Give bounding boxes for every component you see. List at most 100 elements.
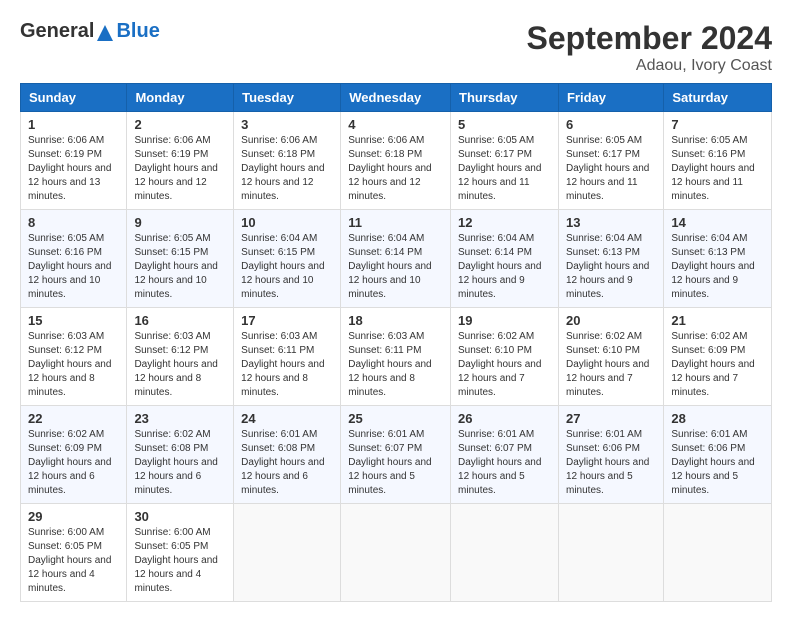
day-info: Sunrise: 6:03 AM Sunset: 6:11 PM Dayligh… bbox=[241, 330, 333, 400]
table-row: 30 Sunrise: 6:00 AM Sunset: 6:05 PM Dayl… bbox=[127, 504, 234, 602]
day-number: 4 bbox=[348, 117, 443, 132]
day-number: 16 bbox=[134, 313, 226, 328]
logo-blue: Blue bbox=[116, 20, 159, 42]
calendar-week-row: 8 Sunrise: 6:05 AM Sunset: 6:16 PM Dayli… bbox=[21, 210, 772, 308]
day-number: 12 bbox=[458, 215, 551, 230]
day-number: 18 bbox=[348, 313, 443, 328]
table-row: 15 Sunrise: 6:03 AM Sunset: 6:12 PM Dayl… bbox=[21, 308, 127, 406]
day-info: Sunrise: 6:02 AM Sunset: 6:10 PM Dayligh… bbox=[566, 330, 656, 400]
day-info: Sunrise: 6:02 AM Sunset: 6:09 PM Dayligh… bbox=[671, 330, 764, 400]
table-row: 4 Sunrise: 6:06 AM Sunset: 6:18 PM Dayli… bbox=[341, 112, 451, 210]
table-row: 5 Sunrise: 6:05 AM Sunset: 6:17 PM Dayli… bbox=[451, 112, 559, 210]
table-row bbox=[234, 504, 341, 602]
day-info: Sunrise: 6:01 AM Sunset: 6:06 PM Dayligh… bbox=[566, 428, 656, 498]
day-info: Sunrise: 6:04 AM Sunset: 6:15 PM Dayligh… bbox=[241, 232, 333, 302]
table-row: 18 Sunrise: 6:03 AM Sunset: 6:11 PM Dayl… bbox=[341, 308, 451, 406]
day-info: Sunrise: 6:00 AM Sunset: 6:05 PM Dayligh… bbox=[28, 526, 119, 596]
table-row: 8 Sunrise: 6:05 AM Sunset: 6:16 PM Dayli… bbox=[21, 210, 127, 308]
day-number: 14 bbox=[671, 215, 764, 230]
day-info: Sunrise: 6:03 AM Sunset: 6:12 PM Dayligh… bbox=[28, 330, 119, 400]
table-row bbox=[451, 504, 559, 602]
day-number: 23 bbox=[134, 411, 226, 426]
month-title: September 2024 bbox=[527, 20, 772, 57]
day-number: 29 bbox=[28, 509, 119, 524]
table-row: 2 Sunrise: 6:06 AM Sunset: 6:19 PM Dayli… bbox=[127, 112, 234, 210]
day-info: Sunrise: 6:04 AM Sunset: 6:14 PM Dayligh… bbox=[348, 232, 443, 302]
day-number: 11 bbox=[348, 215, 443, 230]
table-row bbox=[558, 504, 663, 602]
day-info: Sunrise: 6:05 AM Sunset: 6:15 PM Dayligh… bbox=[134, 232, 226, 302]
day-info: Sunrise: 6:01 AM Sunset: 6:07 PM Dayligh… bbox=[458, 428, 551, 498]
day-number: 6 bbox=[566, 117, 656, 132]
day-info: Sunrise: 6:03 AM Sunset: 6:11 PM Dayligh… bbox=[348, 330, 443, 400]
table-row bbox=[664, 504, 772, 602]
day-info: Sunrise: 6:05 AM Sunset: 6:16 PM Dayligh… bbox=[671, 134, 764, 204]
logo-general: General bbox=[20, 20, 94, 42]
logo-text: General Blue bbox=[20, 20, 160, 43]
col-sunday: Sunday bbox=[21, 84, 127, 112]
table-row: 12 Sunrise: 6:04 AM Sunset: 6:14 PM Dayl… bbox=[451, 210, 559, 308]
page-header: General Blue September 2024 Adaou, Ivory … bbox=[20, 20, 772, 75]
day-info: Sunrise: 6:01 AM Sunset: 6:08 PM Dayligh… bbox=[241, 428, 333, 498]
logo: General Blue bbox=[20, 20, 160, 43]
day-info: Sunrise: 6:04 AM Sunset: 6:13 PM Dayligh… bbox=[566, 232, 656, 302]
col-thursday: Thursday bbox=[451, 84, 559, 112]
table-row: 22 Sunrise: 6:02 AM Sunset: 6:09 PM Dayl… bbox=[21, 406, 127, 504]
table-row: 11 Sunrise: 6:04 AM Sunset: 6:14 PM Dayl… bbox=[341, 210, 451, 308]
table-row: 21 Sunrise: 6:02 AM Sunset: 6:09 PM Dayl… bbox=[664, 308, 772, 406]
day-number: 9 bbox=[134, 215, 226, 230]
day-info: Sunrise: 6:06 AM Sunset: 6:18 PM Dayligh… bbox=[348, 134, 443, 204]
logo-icon bbox=[95, 23, 115, 43]
day-number: 7 bbox=[671, 117, 764, 132]
table-row: 27 Sunrise: 6:01 AM Sunset: 6:06 PM Dayl… bbox=[558, 406, 663, 504]
table-row: 25 Sunrise: 6:01 AM Sunset: 6:07 PM Dayl… bbox=[341, 406, 451, 504]
day-info: Sunrise: 6:03 AM Sunset: 6:12 PM Dayligh… bbox=[134, 330, 226, 400]
calendar-week-row: 22 Sunrise: 6:02 AM Sunset: 6:09 PM Dayl… bbox=[21, 406, 772, 504]
table-row: 13 Sunrise: 6:04 AM Sunset: 6:13 PM Dayl… bbox=[558, 210, 663, 308]
table-row: 14 Sunrise: 6:04 AM Sunset: 6:13 PM Dayl… bbox=[664, 210, 772, 308]
calendar-table: Sunday Monday Tuesday Wednesday Thursday… bbox=[20, 83, 772, 602]
day-number: 17 bbox=[241, 313, 333, 328]
day-number: 3 bbox=[241, 117, 333, 132]
day-number: 5 bbox=[458, 117, 551, 132]
table-row: 7 Sunrise: 6:05 AM Sunset: 6:16 PM Dayli… bbox=[664, 112, 772, 210]
day-info: Sunrise: 6:05 AM Sunset: 6:17 PM Dayligh… bbox=[458, 134, 551, 204]
day-info: Sunrise: 6:04 AM Sunset: 6:13 PM Dayligh… bbox=[671, 232, 764, 302]
day-number: 20 bbox=[566, 313, 656, 328]
day-number: 1 bbox=[28, 117, 119, 132]
day-number: 21 bbox=[671, 313, 764, 328]
table-row: 20 Sunrise: 6:02 AM Sunset: 6:10 PM Dayl… bbox=[558, 308, 663, 406]
day-info: Sunrise: 6:05 AM Sunset: 6:16 PM Dayligh… bbox=[28, 232, 119, 302]
calendar-week-row: 29 Sunrise: 6:00 AM Sunset: 6:05 PM Dayl… bbox=[21, 504, 772, 602]
day-number: 28 bbox=[671, 411, 764, 426]
table-row: 1 Sunrise: 6:06 AM Sunset: 6:19 PM Dayli… bbox=[21, 112, 127, 210]
day-info: Sunrise: 6:01 AM Sunset: 6:07 PM Dayligh… bbox=[348, 428, 443, 498]
calendar-week-row: 1 Sunrise: 6:06 AM Sunset: 6:19 PM Dayli… bbox=[21, 112, 772, 210]
col-monday: Monday bbox=[127, 84, 234, 112]
table-row: 23 Sunrise: 6:02 AM Sunset: 6:08 PM Dayl… bbox=[127, 406, 234, 504]
table-row: 3 Sunrise: 6:06 AM Sunset: 6:18 PM Dayli… bbox=[234, 112, 341, 210]
day-number: 30 bbox=[134, 509, 226, 524]
title-section: September 2024 Adaou, Ivory Coast bbox=[527, 20, 772, 75]
day-number: 8 bbox=[28, 215, 119, 230]
day-number: 27 bbox=[566, 411, 656, 426]
location-title: Adaou, Ivory Coast bbox=[527, 57, 772, 75]
day-info: Sunrise: 6:02 AM Sunset: 6:08 PM Dayligh… bbox=[134, 428, 226, 498]
table-row: 28 Sunrise: 6:01 AM Sunset: 6:06 PM Dayl… bbox=[664, 406, 772, 504]
calendar-header-row: Sunday Monday Tuesday Wednesday Thursday… bbox=[21, 84, 772, 112]
day-number: 26 bbox=[458, 411, 551, 426]
table-row: 16 Sunrise: 6:03 AM Sunset: 6:12 PM Dayl… bbox=[127, 308, 234, 406]
day-info: Sunrise: 6:01 AM Sunset: 6:06 PM Dayligh… bbox=[671, 428, 764, 498]
table-row: 24 Sunrise: 6:01 AM Sunset: 6:08 PM Dayl… bbox=[234, 406, 341, 504]
day-number: 15 bbox=[28, 313, 119, 328]
col-friday: Friday bbox=[558, 84, 663, 112]
day-info: Sunrise: 6:02 AM Sunset: 6:10 PM Dayligh… bbox=[458, 330, 551, 400]
day-number: 19 bbox=[458, 313, 551, 328]
day-info: Sunrise: 6:06 AM Sunset: 6:19 PM Dayligh… bbox=[134, 134, 226, 204]
day-info: Sunrise: 6:04 AM Sunset: 6:14 PM Dayligh… bbox=[458, 232, 551, 302]
col-tuesday: Tuesday bbox=[234, 84, 341, 112]
col-saturday: Saturday bbox=[664, 84, 772, 112]
table-row bbox=[341, 504, 451, 602]
day-info: Sunrise: 6:05 AM Sunset: 6:17 PM Dayligh… bbox=[566, 134, 656, 204]
table-row: 10 Sunrise: 6:04 AM Sunset: 6:15 PM Dayl… bbox=[234, 210, 341, 308]
